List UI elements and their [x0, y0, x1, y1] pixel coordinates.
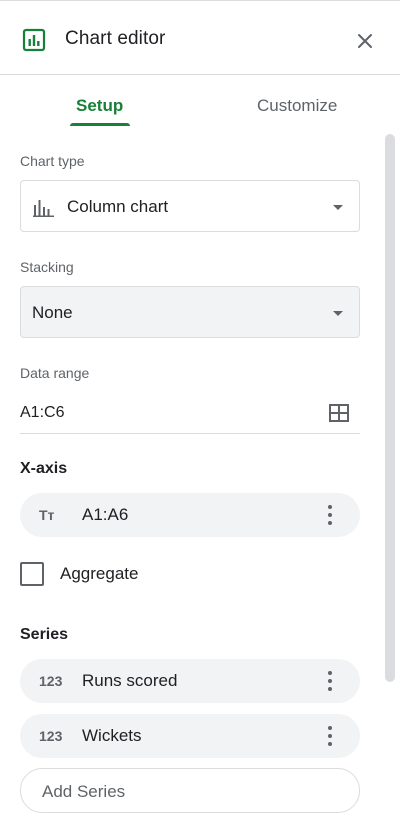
close-icon — [358, 34, 372, 48]
stacking-dropdown[interactable]: None — [20, 286, 360, 338]
aggregate-checkbox[interactable] — [20, 562, 44, 586]
data-range-value: A1:C6 — [20, 404, 65, 421]
bar-chart-icon — [22, 28, 46, 52]
x-axis-title: X-axis — [20, 460, 68, 477]
chevron-down-icon — [333, 311, 343, 316]
more-options-button[interactable] — [322, 724, 338, 748]
close-button[interactable] — [352, 28, 378, 54]
aggregate-row: Aggregate — [20, 561, 138, 587]
chart-type-dropdown[interactable]: Column chart — [20, 180, 360, 232]
series-title: Series — [20, 626, 69, 643]
editor-tabs: Setup Customize — [0, 75, 400, 131]
more-options-button[interactable] — [322, 503, 338, 527]
series-label: Runs scored — [82, 671, 178, 690]
add-series-placeholder: Add Series — [42, 782, 126, 801]
column-chart-icon — [33, 200, 54, 217]
series-label: Wickets — [82, 726, 142, 745]
number-type-icon: 123 — [39, 673, 63, 689]
tab-setup[interactable]: Setup — [76, 95, 123, 117]
series-chip[interactable]: 123 Wickets — [20, 714, 360, 758]
grid-icon[interactable] — [328, 402, 350, 424]
chart-type-label: Chart type — [20, 153, 85, 169]
text-type-icon: Tт — [39, 507, 55, 523]
page-title: Chart editor — [65, 28, 166, 49]
x-axis-chip[interactable]: Tт A1:A6 — [20, 493, 360, 537]
chart-type-value: Column chart — [67, 197, 169, 216]
number-type-icon: 123 — [39, 728, 63, 744]
data-range-label: Data range — [20, 365, 90, 381]
stacking-label: Stacking — [20, 259, 74, 275]
add-series-button[interactable]: Add Series — [20, 768, 360, 813]
x-axis-range: A1:A6 — [82, 505, 129, 524]
chevron-down-icon — [333, 205, 343, 210]
aggregate-label: Aggregate — [60, 564, 139, 583]
active-tab-indicator — [70, 123, 130, 126]
scrollbar[interactable] — [385, 134, 395, 682]
data-range-field[interactable]: A1:C6 — [20, 394, 360, 434]
series-chip[interactable]: 123 Runs scored — [20, 659, 360, 703]
stacking-value: None — [32, 303, 73, 322]
more-options-button[interactable] — [322, 669, 338, 693]
tab-customize[interactable]: Customize — [257, 95, 337, 117]
chart-editor-header: Chart editor — [0, 1, 400, 75]
